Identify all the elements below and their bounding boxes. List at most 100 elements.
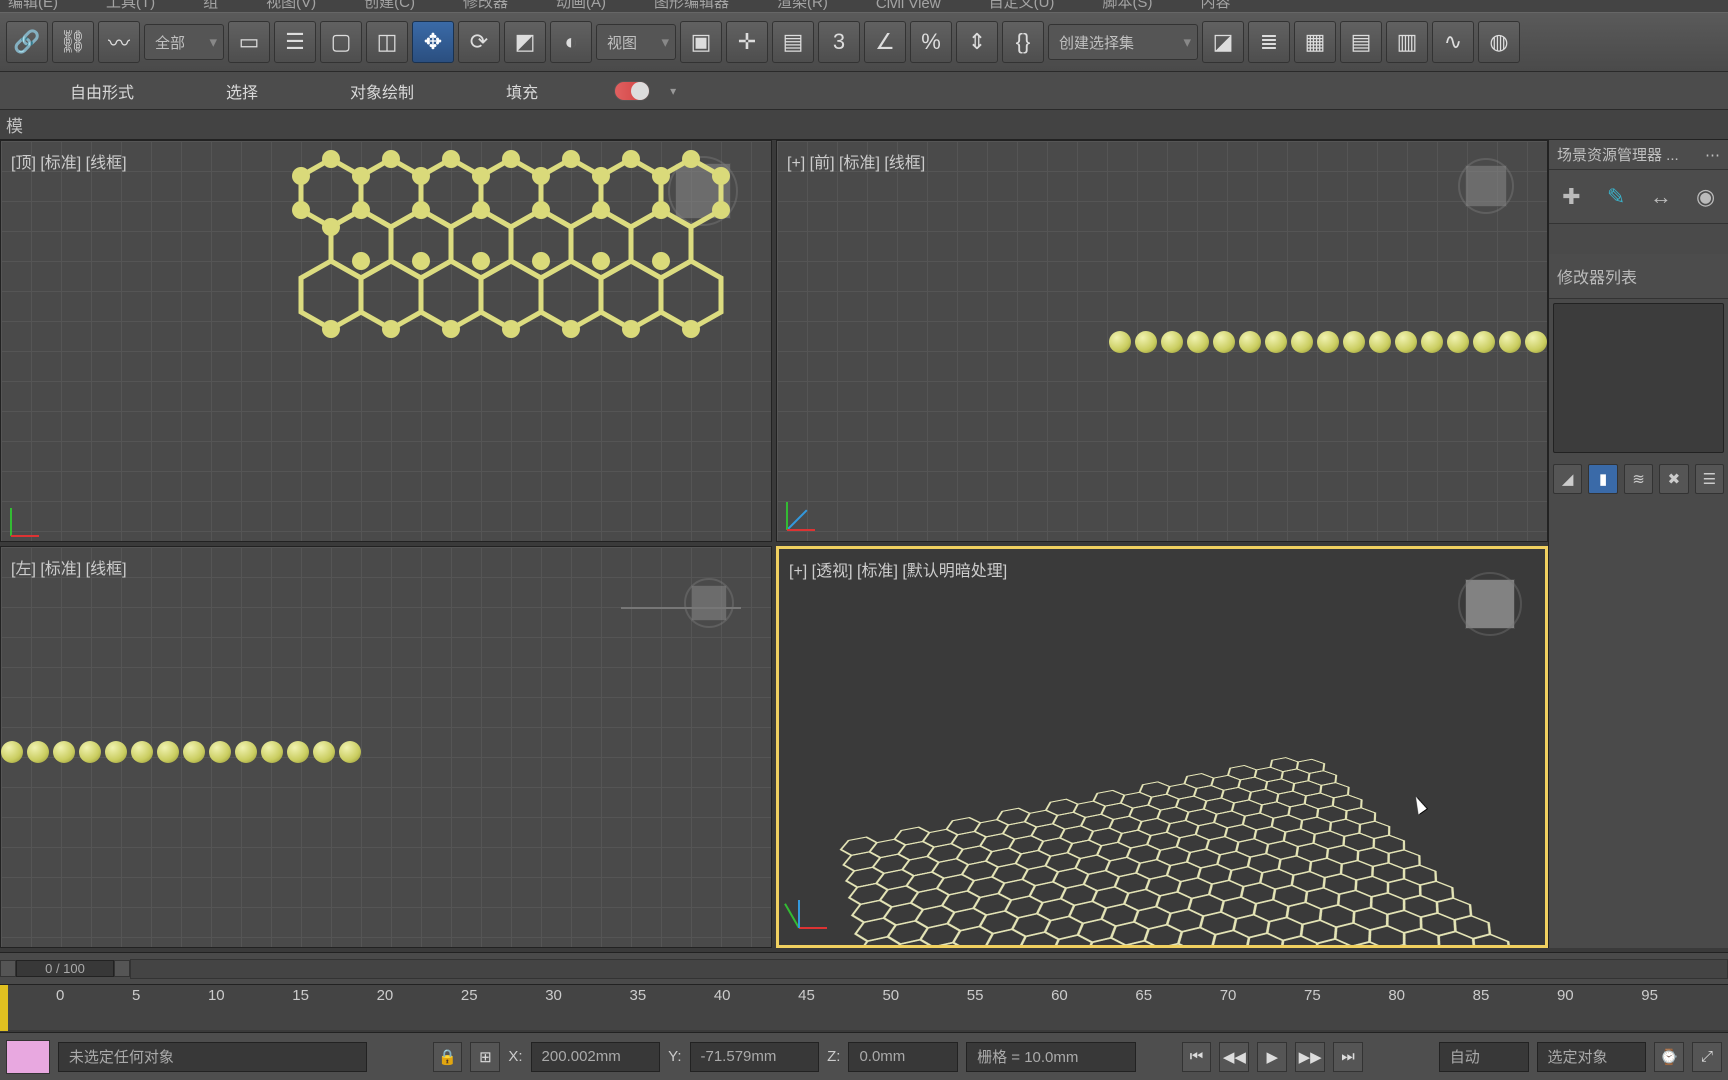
material-editor-icon[interactable]: ◍ bbox=[1478, 21, 1520, 63]
menu-custom[interactable]: 自定义(U) bbox=[989, 0, 1055, 12]
percent-snap-icon[interactable]: % bbox=[910, 21, 952, 63]
x-label: X: bbox=[508, 1048, 522, 1065]
menu-edit[interactable]: 编辑(E) bbox=[8, 0, 58, 12]
viewport-front-label[interactable]: [+] [前] [标准] [线框] bbox=[783, 147, 929, 175]
angle-snap-icon[interactable]: ∠ bbox=[864, 21, 906, 63]
goto-start-icon[interactable]: ⏮ bbox=[1182, 1042, 1212, 1072]
named-sets-icon[interactable]: {} bbox=[1002, 21, 1044, 63]
viewport-left-label[interactable]: [左] [标准] [线框] bbox=[7, 553, 131, 581]
spinner-snap-icon[interactable]: ⇕ bbox=[956, 21, 998, 63]
unlink-icon[interactable]: ⛓ bbox=[52, 21, 94, 63]
viewport-top-label[interactable]: [顶] [标准] [线框] bbox=[7, 147, 131, 175]
menu-create[interactable]: 创建(C) bbox=[364, 0, 415, 12]
link-icon[interactable]: 🔗 bbox=[6, 21, 48, 63]
sphere-row bbox=[1109, 331, 1548, 353]
key-filters[interactable]: 选定对象 bbox=[1537, 1042, 1647, 1072]
time-config-icon[interactable]: ⌚ bbox=[1654, 1042, 1684, 1072]
next-key-icon[interactable] bbox=[114, 960, 130, 977]
ribbon-tab-populate[interactable]: 填充 bbox=[490, 73, 554, 109]
y-label: Y: bbox=[668, 1048, 681, 1065]
create-tab-icon[interactable]: ✚ bbox=[1554, 180, 1588, 214]
ribbon-tab-paint[interactable]: 对象绘制 bbox=[334, 73, 430, 109]
select-object-icon[interactable]: ▭ bbox=[228, 21, 270, 63]
menu-view[interactable]: 视图(V) bbox=[266, 0, 316, 12]
hierarchy-tab-icon[interactable]: ↔ bbox=[1644, 180, 1678, 214]
time-slider[interactable]: 0 / 100 bbox=[0, 952, 1728, 984]
ribbon-toggle[interactable] bbox=[614, 81, 650, 101]
menu-civil[interactable]: Civil View bbox=[876, 0, 941, 12]
viewport-front[interactable]: [+] [前] [标准] [线框] bbox=[776, 140, 1548, 542]
y-coord[interactable]: -71.579mm bbox=[690, 1042, 820, 1072]
viewport-nav-icon[interactable]: ⤢ bbox=[1692, 1042, 1722, 1072]
selection-filter-dropdown[interactable]: 全部 bbox=[144, 24, 224, 60]
viewcube-icon[interactable] bbox=[1465, 165, 1507, 207]
ribbon-dropdown-icon[interactable]: ▾ bbox=[670, 84, 676, 98]
select-name-icon[interactable]: ☰ bbox=[274, 21, 316, 63]
modify-tab-icon[interactable]: ✎ bbox=[1599, 180, 1633, 214]
schematic-icon[interactable]: ∿ bbox=[1432, 21, 1474, 63]
menu-animation[interactable]: 动画(A) bbox=[556, 0, 606, 12]
select-region-icon[interactable]: ▢ bbox=[320, 21, 362, 63]
motion-tab-icon[interactable]: ◉ bbox=[1689, 180, 1723, 214]
play-icon[interactable]: ▶ bbox=[1257, 1042, 1287, 1072]
frame-display[interactable]: 0 / 100 bbox=[16, 960, 114, 977]
viewport-perspective[interactable]: [+] [透视] [标准] [默认明暗处理] bbox=[776, 546, 1548, 948]
panel-label: 模 bbox=[6, 112, 23, 137]
menu-tools[interactable]: 工具(T) bbox=[106, 0, 155, 12]
rotate-icon[interactable]: ⟳ bbox=[458, 21, 500, 63]
z-coord[interactable]: 0.0mm bbox=[848, 1042, 958, 1072]
maxscript-listener-icon[interactable] bbox=[6, 1040, 50, 1074]
keyboard-shortcut-icon[interactable]: ▤ bbox=[772, 21, 814, 63]
scene-explorer-header[interactable]: 场景资源管理器 ...⋯ bbox=[1549, 140, 1728, 170]
menu-render[interactable]: 渲染(R) bbox=[777, 0, 828, 12]
menu-modifiers[interactable]: 修改器 bbox=[463, 0, 508, 12]
prev-frame-icon[interactable]: ◀︎◀︎ bbox=[1219, 1042, 1249, 1072]
goto-end-icon[interactable]: ⏭ bbox=[1333, 1042, 1363, 1072]
hex-plane-geometry bbox=[849, 599, 1548, 939]
ribbon-tab-freeform[interactable]: 自由形式 bbox=[54, 73, 150, 109]
bind-icon[interactable]: 〰 bbox=[98, 21, 140, 63]
pivot-icon[interactable]: ▣ bbox=[680, 21, 722, 63]
snap-toggle-icon[interactable]: 3 bbox=[818, 21, 860, 63]
prev-key-icon[interactable] bbox=[0, 960, 16, 977]
ribbon-tab-select[interactable]: 选择 bbox=[210, 73, 274, 109]
modifier-list-label[interactable]: 修改器列表 bbox=[1549, 254, 1728, 299]
menu-group[interactable]: 组 bbox=[203, 0, 218, 12]
move-icon[interactable]: ✥ bbox=[412, 21, 454, 63]
make-unique-icon[interactable]: ≋ bbox=[1624, 464, 1653, 494]
ref-coord-dropdown[interactable]: 视图 bbox=[596, 24, 676, 60]
manipulate-icon[interactable]: ✛ bbox=[726, 21, 768, 63]
menu-script[interactable]: 脚本(S) bbox=[1102, 0, 1152, 12]
viewport-left[interactable]: [左] [标准] [线框] bbox=[0, 546, 772, 948]
remove-modifier-icon[interactable]: ✖ bbox=[1659, 464, 1688, 494]
named-selection-dropdown[interactable]: 创建选择集 bbox=[1048, 24, 1198, 60]
current-time-indicator[interactable] bbox=[0, 985, 8, 1031]
placement-icon[interactable]: ◐ bbox=[550, 21, 592, 63]
auto-key[interactable]: 自动 bbox=[1439, 1042, 1529, 1072]
more-icon[interactable]: ⋯ bbox=[1705, 146, 1720, 164]
layer-explorer-icon[interactable]: ▤ bbox=[1340, 21, 1382, 63]
menu-graph[interactable]: 图形编辑器 bbox=[654, 0, 729, 12]
scale-icon[interactable]: ◩ bbox=[504, 21, 546, 63]
viewcube-icon[interactable] bbox=[691, 585, 727, 621]
align-icon[interactable]: ≣ bbox=[1248, 21, 1290, 63]
viewport-top[interactable]: [顶] [标准] [线框] bbox=[0, 140, 772, 542]
time-slider-track[interactable] bbox=[130, 959, 1728, 979]
configure-icon[interactable]: ☰ bbox=[1695, 464, 1724, 494]
mirror-icon[interactable]: ◪ bbox=[1202, 21, 1244, 63]
pin-stack-icon[interactable]: ◢ bbox=[1553, 464, 1582, 494]
x-coord[interactable]: 200.002mm bbox=[531, 1042, 661, 1072]
menu-bar[interactable]: 编辑(E) 工具(T) 组 视图(V) 创建(C) 修改器 动画(A) 图形编辑… bbox=[0, 0, 1728, 12]
selection-status: 未选定任何对象 bbox=[58, 1042, 367, 1072]
viewport-persp-label[interactable]: [+] [透视] [标准] [默认明暗处理] bbox=[785, 555, 1011, 583]
abs-rel-icon[interactable]: ⊞ bbox=[470, 1042, 500, 1072]
show-end-result-icon[interactable]: ▮ bbox=[1588, 464, 1617, 494]
timeline-ruler[interactable]: 05 1015 2025 3035 4045 5055 6065 7075 80… bbox=[0, 984, 1728, 1030]
lock-selection-icon[interactable]: 🔒 bbox=[433, 1042, 463, 1072]
modifier-stack[interactable] bbox=[1553, 303, 1724, 453]
window-crossing-icon[interactable]: ◫ bbox=[366, 21, 408, 63]
next-frame-icon[interactable]: ▶︎▶︎ bbox=[1295, 1042, 1325, 1072]
curve-editor-icon[interactable]: ▥ bbox=[1386, 21, 1428, 63]
menu-content[interactable]: 内容 bbox=[1200, 0, 1230, 12]
layers-icon[interactable]: ▦ bbox=[1294, 21, 1336, 63]
